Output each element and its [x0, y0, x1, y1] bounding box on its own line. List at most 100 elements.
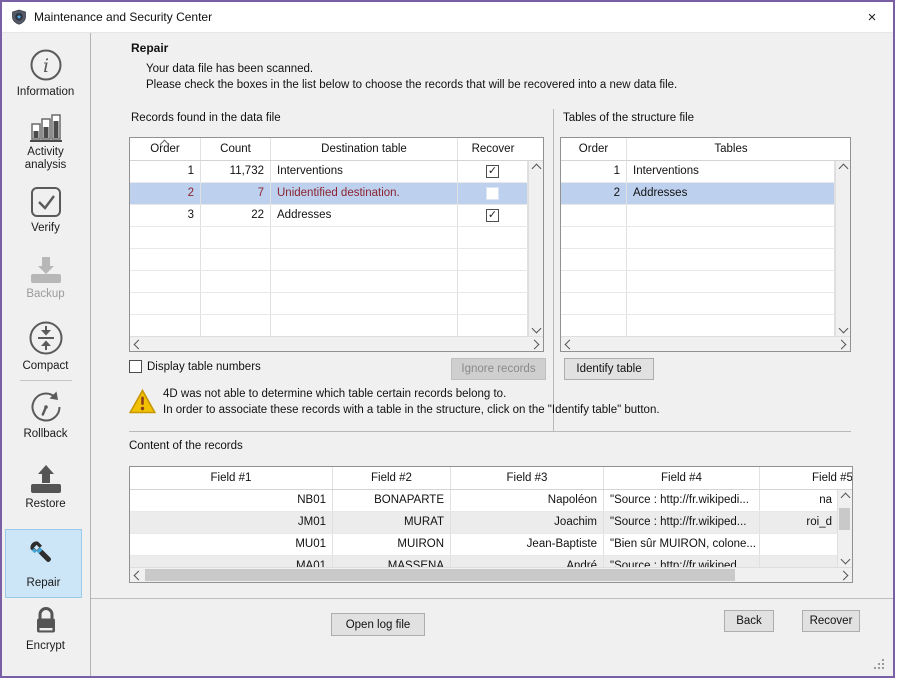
empty-row — [561, 205, 850, 227]
vertical-scrollbar[interactable] — [837, 490, 852, 567]
scroll-up-icon[interactable] — [531, 164, 541, 174]
backup-icon — [29, 255, 63, 285]
column-header-field3[interactable]: Field #3 — [451, 467, 604, 489]
cell-destination: Addresses — [271, 205, 458, 226]
records-found-table[interactable]: Order Count Destination table Recover 1 … — [129, 137, 544, 352]
sidebar-item-restore[interactable]: Restore — [2, 463, 89, 511]
table-row[interactable]: 1 11,732 Interventions ✓ — [130, 161, 543, 183]
empty-row — [561, 293, 850, 315]
scroll-left-icon[interactable] — [134, 339, 144, 349]
window-title: Maintenance and Security Center — [34, 10, 212, 24]
record-content-table[interactable]: Field #1 Field #2 Field #3 Field #4 Fiel… — [129, 466, 853, 583]
records-table-label: Records found in the data file — [131, 112, 281, 124]
recover-checkbox-checked[interactable]: ✓ — [486, 165, 499, 178]
column-header-order[interactable]: Order — [130, 138, 201, 160]
resize-grip[interactable] — [874, 659, 885, 670]
sidebar-item-rollback[interactable]: Rollback — [2, 389, 89, 441]
record-row[interactable]: JM01 MURAT Joachim "Source : http://fr.w… — [130, 512, 852, 534]
sidebar-item-information[interactable]: i Information — [2, 47, 89, 99]
content-records-label: Content of the records — [129, 440, 243, 452]
scroll-left-icon[interactable] — [565, 339, 575, 349]
sidebar-item-compact[interactable]: Compact — [2, 319, 89, 373]
column-header-recover[interactable]: Recover — [458, 138, 528, 160]
compact-icon — [27, 319, 65, 357]
cell-field3: Joachim — [451, 512, 604, 533]
sidebar-item-label: Information — [17, 86, 75, 99]
column-header-tables[interactable]: Tables — [627, 138, 835, 160]
sidebar-item-encrypt[interactable]: Encrypt — [2, 605, 89, 653]
sidebar-item-label: Compact — [22, 360, 68, 373]
column-header-order[interactable]: Order — [561, 138, 627, 160]
ignore-records-button: Ignore records — [451, 358, 546, 380]
page-title: Repair — [131, 41, 168, 55]
column-header-field4[interactable]: Field #4 — [604, 467, 760, 489]
screen: Maintenance and Security Center × i Info… — [0, 0, 903, 682]
horizontal-scrollbar[interactable] — [561, 336, 850, 351]
cell-field1: MU01 — [130, 534, 333, 555]
scroll-right-icon[interactable] — [530, 339, 540, 349]
scroll-down-icon[interactable] — [838, 324, 848, 334]
column-header-field5[interactable]: Field #5 — [760, 467, 852, 489]
scroll-up-icon[interactable] — [840, 493, 850, 503]
sidebar-item-verify[interactable]: Verify — [2, 185, 89, 235]
cell-field3: Jean-Baptiste — [451, 534, 604, 555]
cell-order: 3 — [130, 205, 201, 226]
table-header: Order Count Destination table Recover — [130, 138, 543, 161]
back-button[interactable]: Back — [724, 610, 774, 632]
recover-checkbox-unchecked[interactable] — [486, 187, 499, 200]
vertical-scrollbar[interactable] — [835, 161, 850, 336]
column-header-destination[interactable]: Destination table — [271, 138, 458, 160]
rollback-clock-icon — [28, 389, 64, 425]
cell-field4: "Source : http://fr.wikiped... — [604, 512, 760, 533]
table-row-selected[interactable]: 2 Addresses — [561, 183, 850, 205]
repair-panel: Repair Your data file has been scanned. … — [91, 33, 893, 676]
section-divider — [129, 431, 851, 432]
sidebar-item-label: Restore — [25, 498, 65, 511]
structure-table-label: Tables of the structure file — [563, 112, 694, 124]
horizontal-scrollbar[interactable] — [130, 336, 543, 351]
sidebar-item-label: Encrypt — [26, 640, 65, 653]
cell-field1: MA01 — [130, 556, 333, 567]
close-button[interactable]: × — [851, 2, 893, 32]
maintenance-security-center-window: Maintenance and Security Center × i Info… — [0, 0, 895, 678]
record-row[interactable]: MU01 MUIRON Jean-Baptiste "Bien sûr MUIR… — [130, 534, 852, 556]
vertical-scrollbar[interactable] — [528, 161, 543, 336]
cell-field4: "Bien sûr MUIRON, colone... — [604, 534, 760, 555]
cell-table-name: Interventions — [627, 161, 835, 182]
structure-tables-table[interactable]: Order Tables 1 Interventions 2 Addresses — [560, 137, 851, 352]
column-header-count[interactable]: Count — [201, 138, 271, 160]
open-log-file-button[interactable]: Open log file — [331, 613, 425, 636]
scrollbar-thumb[interactable] — [839, 508, 850, 530]
table-row[interactable]: 3 22 Addresses ✓ — [130, 205, 543, 227]
table-row-selected[interactable]: 2 7 Unidentified destination. — [130, 183, 543, 205]
record-row[interactable]: NB01 BONAPARTE Napoléon "Source : http:/… — [130, 490, 852, 512]
horizontal-scrollbar[interactable] — [130, 567, 852, 582]
scroll-down-icon[interactable] — [531, 324, 541, 334]
table-header: Order Tables — [561, 138, 850, 161]
recover-checkbox-checked[interactable]: ✓ — [486, 209, 499, 222]
cell-recover: ✓ — [458, 205, 528, 226]
display-table-numbers-checkbox[interactable] — [129, 360, 142, 373]
recover-button[interactable]: Recover — [802, 610, 860, 632]
display-table-numbers-label: Display table numbers — [147, 361, 261, 373]
table-row[interactable]: 1 Interventions — [561, 161, 850, 183]
shield-icon — [11, 9, 27, 25]
sidebar-divider — [20, 380, 72, 381]
scroll-down-icon[interactable] — [840, 555, 850, 565]
identify-table-button[interactable]: Identify table — [564, 358, 654, 380]
column-header-field1[interactable]: Field #1 — [130, 467, 333, 489]
warning-icon — [129, 389, 156, 414]
cell-field2: MUIRON — [333, 534, 451, 555]
cell-field1: JM01 — [130, 512, 333, 533]
sidebar-item-backup: Backup — [2, 255, 89, 301]
sidebar-item-repair[interactable]: Repair — [5, 529, 82, 598]
scroll-right-icon[interactable] — [839, 570, 849, 580]
scroll-left-icon[interactable] — [134, 570, 144, 580]
scroll-up-icon[interactable] — [838, 164, 848, 174]
record-row-clipped[interactable]: MA01 MASSENA André "Source : http://fr.w… — [130, 556, 852, 567]
display-table-numbers-row[interactable]: Display table numbers — [129, 360, 261, 373]
sidebar-item-activity-analysis[interactable]: Activity analysis — [2, 111, 89, 172]
column-header-field2[interactable]: Field #2 — [333, 467, 451, 489]
scroll-right-icon[interactable] — [837, 339, 847, 349]
scrollbar-thumb[interactable] — [145, 569, 735, 581]
